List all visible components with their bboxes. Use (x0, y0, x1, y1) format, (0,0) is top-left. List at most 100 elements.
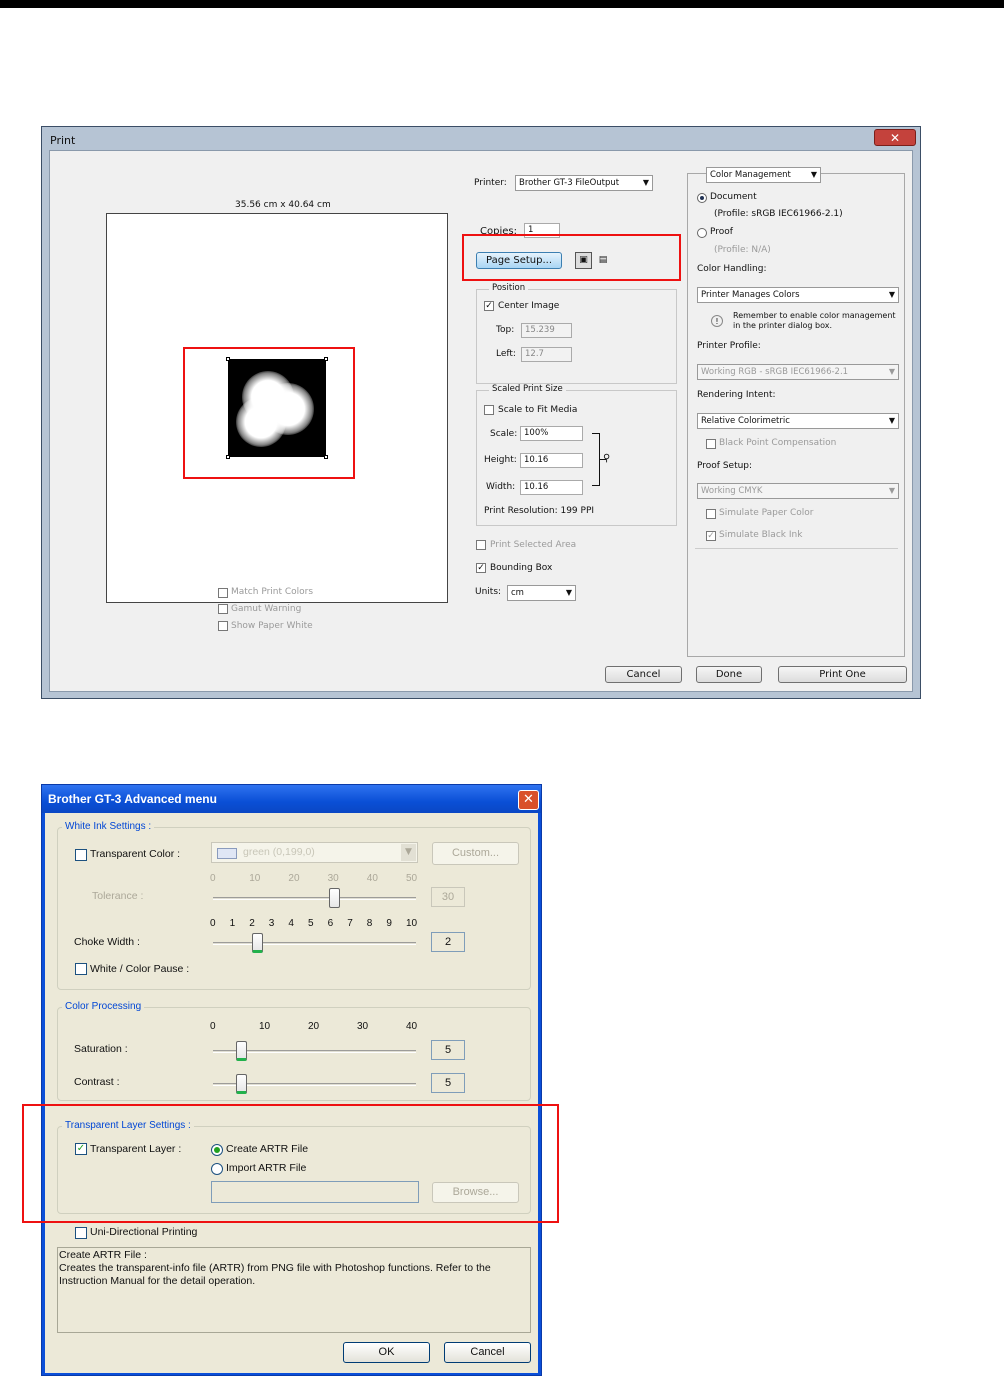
cancel-button[interactable]: Cancel (605, 666, 682, 683)
printer-label: Printer: (474, 178, 507, 188)
black-point-label: Black Point Compensation (719, 438, 837, 448)
left-label: Left: (496, 349, 516, 359)
position-group-title: Position (489, 283, 529, 293)
saturation-label: Saturation : (74, 1043, 128, 1055)
bounding-box-checkbox[interactable]: ✓ (476, 563, 486, 573)
color-processing-title: Color Processing (62, 1001, 145, 1012)
simulate-black-checkbox[interactable]: ✓ (706, 531, 716, 541)
print-resolution: Print Resolution: 199 PPI (484, 506, 595, 516)
proof-label: Proof (710, 227, 733, 237)
ok-button[interactable]: OK (343, 1342, 430, 1363)
document-profile: (Profile: sRGB IEC61966-2.1) (714, 209, 843, 219)
chevron-down-icon: ▼ (888, 416, 895, 425)
gamut-warning-checkbox[interactable] (218, 604, 228, 614)
advanced-menu-dialog: Brother GT-3 Advanced menu ✕ White Ink S… (41, 784, 542, 1376)
document-label: Document (710, 192, 757, 202)
tolerance-slider-track[interactable] (213, 897, 416, 900)
transparent-color-select[interactable]: green (0,199,0) ▼ (211, 842, 418, 863)
choke-slider-thumb[interactable] (252, 933, 263, 953)
printer-profile-select[interactable]: Working RGB - sRGB IEC61966-2.1 ▼ (697, 364, 899, 380)
simulate-paper-label: Simulate Paper Color (719, 508, 814, 518)
chevron-down-icon: ▼ (401, 844, 416, 861)
width-label: Width: (486, 482, 516, 492)
tick-label: 20 (308, 1021, 320, 1032)
done-button[interactable]: Done (696, 666, 762, 683)
transparent-color-checkbox[interactable] (75, 849, 87, 861)
printer-profile-label: Printer Profile: (697, 341, 761, 351)
center-image-checkbox[interactable]: ✓ (484, 301, 494, 311)
units-select[interactable]: cm ▼ (507, 585, 576, 601)
tick-label: 4 (288, 918, 294, 929)
color-swatch (217, 848, 237, 859)
proof-profile: (Profile: N/A) (714, 245, 771, 255)
chevron-down-icon: ▼ (810, 170, 817, 179)
saturation-value: 5 (431, 1040, 465, 1060)
tick-label: 50 (406, 873, 418, 884)
proof-setup-select[interactable]: Working CMYK ▼ (697, 483, 899, 499)
tick-label: 0 (210, 873, 216, 884)
printer-select[interactable]: Brother GT-3 FileOutput ▼ (515, 175, 653, 191)
tolerance-label: Tolerance : (92, 890, 144, 902)
contrast-value: 5 (431, 1073, 465, 1093)
preview-highlight-box (183, 347, 355, 479)
tick-label: 9 (386, 918, 392, 929)
scale-input[interactable]: 100% (520, 426, 583, 441)
transparent-layer-highlight-box (22, 1104, 559, 1223)
rendering-intent-label: Rendering Intent: (697, 390, 776, 400)
custom-button[interactable]: Custom... (432, 842, 519, 865)
print-dialog-body: 35.56 cm x 40.64 cm Match Print Colors G… (49, 150, 913, 692)
tolerance-value: 30 (431, 887, 465, 907)
color-handling-select[interactable]: Printer Manages Colors ▼ (697, 287, 899, 303)
show-paper-white-label: Show Paper White (231, 621, 313, 631)
units-label: Units: (475, 587, 502, 597)
cancel-button[interactable]: Cancel (444, 1342, 531, 1363)
choke-value: 2 (431, 932, 465, 952)
left-input[interactable]: 12.7 (521, 347, 572, 362)
bounding-box-label: Bounding Box (490, 563, 553, 573)
height-input[interactable]: 10.16 (520, 453, 583, 468)
white-color-pause-checkbox[interactable] (75, 963, 87, 975)
print-preview (106, 213, 448, 603)
tick-label: 40 (366, 873, 378, 884)
color-management-select[interactable]: Color Management ▼ (706, 167, 821, 183)
proof-radio[interactable] (697, 228, 707, 238)
chevron-down-icon: ▼ (888, 290, 895, 299)
tick-label: 30 (327, 873, 339, 884)
proof-setup-label: Proof Setup: (697, 461, 753, 471)
tick-label: 10 (406, 918, 418, 929)
height-label: Height: (484, 455, 517, 465)
advanced-menu-body: White Ink Settings : Transparent Color :… (45, 813, 538, 1373)
tick-label: 6 (327, 918, 334, 929)
show-paper-white-checkbox[interactable] (218, 621, 228, 631)
print-one-button[interactable]: Print One (778, 666, 907, 683)
gamut-warning-label: Gamut Warning (231, 604, 302, 614)
uni-directional-checkbox[interactable] (75, 1227, 87, 1239)
close-icon: ✕ (889, 131, 901, 145)
contrast-slider-thumb[interactable] (236, 1074, 247, 1094)
close-button[interactable]: ✕ (874, 129, 916, 146)
simulate-paper-checkbox[interactable] (706, 509, 716, 519)
advanced-menu-title: Brother GT-3 Advanced menu (48, 792, 217, 806)
page-top-bar (0, 0, 1004, 8)
white-ink-title: White Ink Settings : (62, 821, 155, 832)
color-management-reminder: Remember to enable color management in t… (733, 311, 896, 330)
top-input[interactable]: 15.239 (521, 323, 572, 338)
simulate-black-label: Simulate Black Ink (719, 530, 803, 540)
print-selected-area-checkbox[interactable] (476, 540, 486, 550)
tolerance-slider-thumb[interactable] (329, 888, 340, 908)
white-color-pause-label: White / Color Pause : (90, 963, 190, 975)
width-input[interactable]: 10.16 (520, 480, 583, 495)
saturation-slider-thumb[interactable] (236, 1041, 247, 1061)
close-button[interactable]: ✕ (518, 790, 539, 810)
chain-link-icon[interactable]: ⚲ (603, 453, 610, 464)
scaled-print-size-title: Scaled Print Size (489, 384, 566, 394)
chevron-down-icon: ▼ (565, 588, 572, 597)
black-point-checkbox[interactable] (706, 439, 716, 449)
match-print-colors-checkbox[interactable] (218, 588, 228, 598)
document-radio[interactable] (697, 193, 707, 203)
choke-slider-track[interactable] (213, 942, 416, 945)
scale-to-fit-checkbox[interactable] (484, 405, 494, 415)
tick-label: 2 (249, 918, 255, 929)
rendering-intent-select[interactable]: Relative Colorimetric ▼ (697, 413, 899, 429)
choke-width-label: Choke Width : (74, 936, 140, 948)
